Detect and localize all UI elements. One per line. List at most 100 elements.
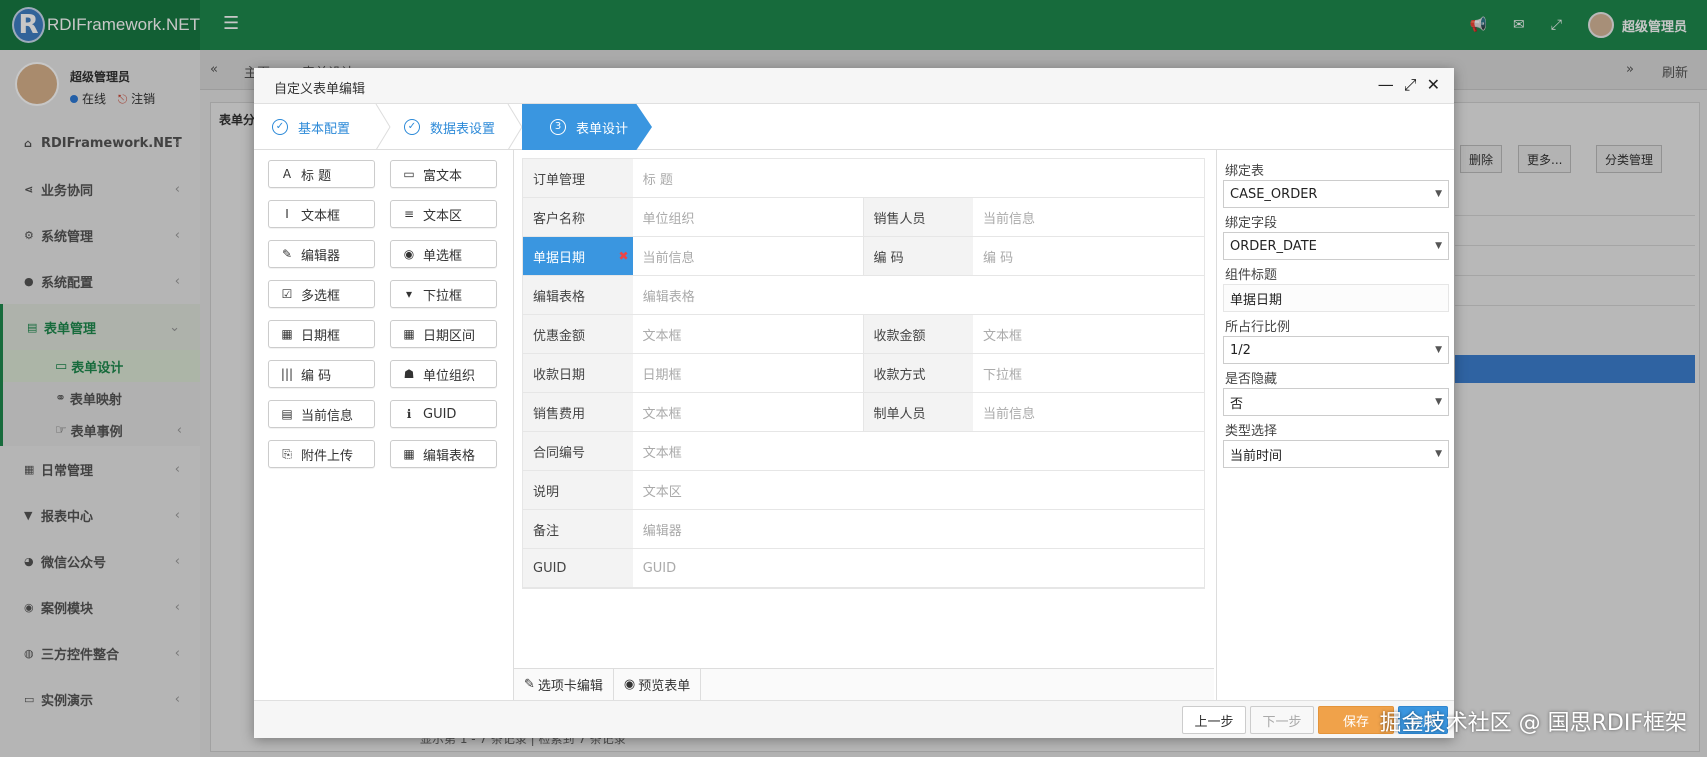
bind-table-select[interactable]: CASE_ORDER ▼ bbox=[1223, 180, 1449, 208]
form-field-placeholder[interactable]: GUID bbox=[632, 549, 1204, 587]
palette-item-label: 编辑器 bbox=[301, 248, 341, 264]
form-field-label[interactable]: 销售人员 bbox=[863, 198, 974, 236]
form-field-label[interactable]: 收款日期 bbox=[523, 354, 633, 392]
palette-button[interactable]: ⎘ 附件上传 bbox=[268, 440, 375, 468]
palette-item-icon: ☗ bbox=[403, 367, 415, 381]
form-field-label[interactable]: 单据日期 ✖ bbox=[523, 237, 633, 275]
close-icon[interactable]: ✕ bbox=[1427, 75, 1440, 95]
prev-step-button[interactable]: 上一步 bbox=[1182, 706, 1246, 734]
palette-item-label: 多选框 bbox=[301, 288, 341, 304]
form-field-placeholder[interactable]: 文本框 bbox=[632, 432, 1204, 470]
palette-button[interactable]: ▭ 富文本 bbox=[390, 160, 497, 188]
form-field-placeholder[interactable]: 当前信息 bbox=[973, 393, 1204, 431]
form-field-placeholder[interactable]: 文本框 bbox=[632, 393, 864, 431]
palette-button[interactable]: ✎ 编辑器 bbox=[268, 240, 375, 268]
palette-item-label: 单选框 bbox=[423, 248, 463, 264]
palette-item-icon: ▦ bbox=[403, 447, 415, 461]
palette-item-label: 编辑表格 bbox=[423, 448, 476, 464]
form-field-placeholder[interactable]: 编 码 bbox=[973, 237, 1204, 275]
check-circle-icon: ✓ bbox=[404, 119, 420, 135]
next-step-button[interactable]: 下一步 bbox=[1250, 706, 1314, 734]
form-field-placeholder[interactable]: 文本框 bbox=[973, 315, 1204, 353]
palette-item-label: 附件上传 bbox=[301, 448, 354, 464]
form-field-placeholder[interactable]: 文本框 bbox=[632, 315, 864, 353]
palette-button[interactable]: A标 题 bbox=[268, 160, 375, 188]
form-field-label-text: 备注 bbox=[533, 523, 560, 539]
step-basic-config[interactable]: ✓ 基本配置 bbox=[272, 104, 350, 150]
minimize-icon[interactable]: — bbox=[1378, 75, 1394, 95]
palette-button[interactable]: ▦ 日期区间 bbox=[390, 320, 497, 348]
watermark: 掘金技术社区 @ 国思RDIF框架 bbox=[1379, 711, 1687, 736]
form-field-placeholder[interactable]: 标 题 bbox=[632, 159, 1204, 197]
palette-button[interactable]: I 文本框 bbox=[268, 200, 375, 228]
form-row: GUID GUID bbox=[523, 549, 1204, 588]
form-field-label[interactable]: GUID bbox=[523, 549, 633, 587]
check-circle-icon: ✓ bbox=[272, 119, 288, 135]
step-label: 数据表设置 bbox=[430, 121, 496, 137]
form-field-placeholder[interactable]: 当前信息 bbox=[973, 198, 1204, 236]
wizard-steps: ✓ 基本配置 ✓ 数据表设置 3 表单设计 bbox=[254, 104, 1454, 150]
palette-button[interactable]: ▦ 编辑表格 bbox=[390, 440, 497, 468]
form-field-placeholder[interactable]: 单位组织 bbox=[632, 198, 864, 236]
form-row: 订单管理 标 题 bbox=[523, 159, 1204, 198]
component-title-label: 组件标题 bbox=[1225, 267, 1278, 283]
bind-field-select[interactable]: ORDER_DATE ▼ bbox=[1223, 232, 1449, 260]
step-form-design[interactable]: 3 表单设计 bbox=[522, 104, 652, 150]
form-field-label[interactable]: 合同编号 bbox=[523, 432, 633, 470]
form-field-label[interactable]: 编辑表格 bbox=[523, 276, 633, 314]
form-field-label[interactable]: 制单人员 bbox=[863, 393, 974, 431]
palette-button[interactable]: ☑ 多选框 bbox=[268, 280, 375, 308]
form-field-placeholder[interactable]: 编辑表格 bbox=[632, 276, 1204, 314]
form-field-placeholder[interactable]: 文本区 bbox=[632, 471, 1204, 509]
form-field-label[interactable]: 说明 bbox=[523, 471, 633, 509]
palette-item-label: 下拉框 bbox=[423, 288, 463, 304]
type-select[interactable]: 当前时间 ▼ bbox=[1223, 440, 1449, 468]
palette-item-icon: ☑ bbox=[281, 287, 293, 301]
component-title-input[interactable]: 单据日期 bbox=[1223, 284, 1449, 312]
palette-button[interactable]: ℹ GUID bbox=[390, 400, 497, 428]
form-field-placeholder[interactable]: 当前信息 bbox=[632, 237, 864, 275]
form-editor-dialog: 自定义表单编辑 — ⤢ ✕ ✓ 基本配置 ✓ 数据表设置 3 表单设计 A 标 题 ▭ 富文… bbox=[254, 68, 1454, 738]
caret-down-icon: ▼ bbox=[1435, 189, 1442, 199]
form-field-label[interactable]: 收款金额 bbox=[863, 315, 974, 353]
preview-label: 预览表单 bbox=[638, 679, 691, 694]
form-field-label-text: 说明 bbox=[533, 484, 560, 500]
row-ratio-select[interactable]: 1/2 ▼ bbox=[1223, 336, 1449, 364]
form-field-label[interactable]: 编 码 bbox=[863, 237, 974, 275]
edit-icon: ✎ bbox=[524, 677, 535, 692]
property-panel: 绑定表 CASE_ORDER ▼ 绑定字段 ORDER_DATE ▼ 组件标题 单据… bbox=[1216, 150, 1454, 700]
palette-button[interactable]: ≡ 文本区 bbox=[390, 200, 497, 228]
form-row: 编辑表格 编辑表格 bbox=[523, 276, 1204, 315]
form-field-placeholder[interactable]: 编辑器 bbox=[632, 510, 1204, 548]
form-field-placeholder[interactable]: 日期框 bbox=[632, 354, 864, 392]
palette-button[interactable]: ▦ 日期框 bbox=[268, 320, 375, 348]
palette-button[interactable]: ▤ 当前信息 bbox=[268, 400, 375, 428]
form-row: 收款日期 日期框 收款方式 下拉框 bbox=[523, 354, 1204, 393]
form-field-label[interactable]: 优惠金额 bbox=[523, 315, 633, 353]
remove-field-icon[interactable]: ✖ bbox=[618, 249, 628, 263]
form-field-label[interactable]: 备注 bbox=[523, 510, 633, 548]
palette-item-label: 编 码 bbox=[301, 368, 332, 384]
hidden-select[interactable]: 否 ▼ bbox=[1223, 388, 1449, 416]
form-field-label-text: 销售人员 bbox=[873, 211, 926, 227]
form-field-label[interactable]: 客户名称 bbox=[523, 198, 633, 236]
hidden-value: 否 bbox=[1230, 396, 1244, 412]
form-field-placeholder[interactable]: 下拉框 bbox=[973, 354, 1204, 392]
palette-button[interactable]: ◉ 单选框 bbox=[390, 240, 497, 268]
form-field-label[interactable]: 订单管理 bbox=[523, 159, 633, 197]
form-field-label[interactable]: 收款方式 bbox=[863, 354, 974, 392]
form-field-label[interactable]: 销售费用 bbox=[523, 393, 633, 431]
palette-button[interactable]: ▾ 下拉框 bbox=[390, 280, 497, 308]
tab-edit-button[interactable]: ✎ 选项卡编辑 bbox=[514, 669, 614, 700]
maximize-icon[interactable]: ⤢ bbox=[1404, 75, 1417, 95]
palette-item-icon: ▦ bbox=[281, 327, 293, 341]
palette-item-icon: ▤ bbox=[281, 407, 293, 421]
palette-item-icon: ▦ bbox=[403, 327, 415, 341]
step-separator bbox=[375, 104, 391, 150]
palette-button[interactable]: ||| 编 码 bbox=[268, 360, 375, 388]
preview-form-button[interactable]: ◉ 预览表单 bbox=[614, 669, 702, 700]
step-table-settings[interactable]: ✓ 数据表设置 bbox=[404, 104, 495, 150]
bind-field-value: ORDER_DATE bbox=[1230, 238, 1317, 254]
palette-button[interactable]: ☗ 单位组织 bbox=[390, 360, 497, 388]
form-field-label-text: 销售费用 bbox=[533, 406, 586, 422]
